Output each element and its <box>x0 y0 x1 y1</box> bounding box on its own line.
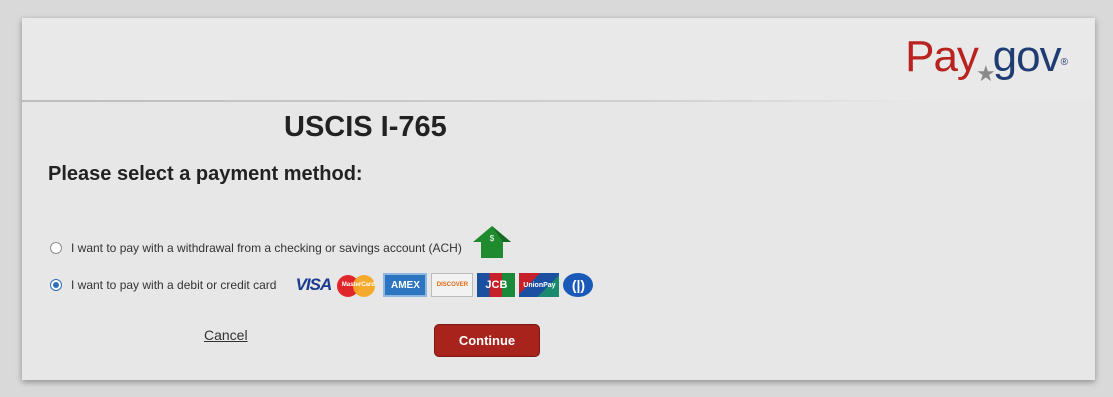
card-option-label[interactable]: I want to pay with a debit or credit car… <box>71 278 276 292</box>
paygov-logo: Pay★gov® <box>905 32 1068 89</box>
jcb-logo-icon: JCB <box>477 273 516 297</box>
header-divider <box>22 100 912 102</box>
payment-dialog: Pay★gov® USCIS I-765 Please select a pay… <box>22 18 1095 380</box>
cancel-link[interactable]: Cancel <box>204 327 248 343</box>
mastercard-logo-icon: MasterCard <box>337 273 379 297</box>
logo-gov-text: gov <box>992 32 1062 81</box>
continue-button[interactable]: Continue <box>434 324 540 357</box>
discover-logo-icon: DISCOVER <box>431 273 474 297</box>
bank-house-icon: $ <box>472 226 511 258</box>
card-logos: VISA MasterCard AMEX DISCOVER JCB UnionP… <box>293 273 594 297</box>
amex-logo-icon: AMEX <box>383 273 428 297</box>
card-radio[interactable] <box>50 279 62 291</box>
ach-option[interactable]: I want to pay with a withdrawal from a c… <box>50 226 512 265</box>
logo-registered-mark: ® <box>1060 57 1068 68</box>
ach-option-label[interactable]: I want to pay with a withdrawal from a c… <box>71 241 462 255</box>
form-title: USCIS I-765 <box>284 111 447 143</box>
svg-text:$: $ <box>490 234 495 243</box>
visa-logo-icon: VISA <box>295 275 333 294</box>
diners-logo-icon: (|) <box>563 273 594 297</box>
payment-method-prompt: Please select a payment method: <box>48 163 363 185</box>
logo-pay-text: Pay <box>905 32 979 81</box>
card-option[interactable]: I want to pay with a debit or credit car… <box>50 273 594 297</box>
ach-radio[interactable] <box>50 242 62 254</box>
unionpay-logo-icon: UnionPay <box>519 273 560 297</box>
logo-star-icon: ★ <box>975 61 996 86</box>
